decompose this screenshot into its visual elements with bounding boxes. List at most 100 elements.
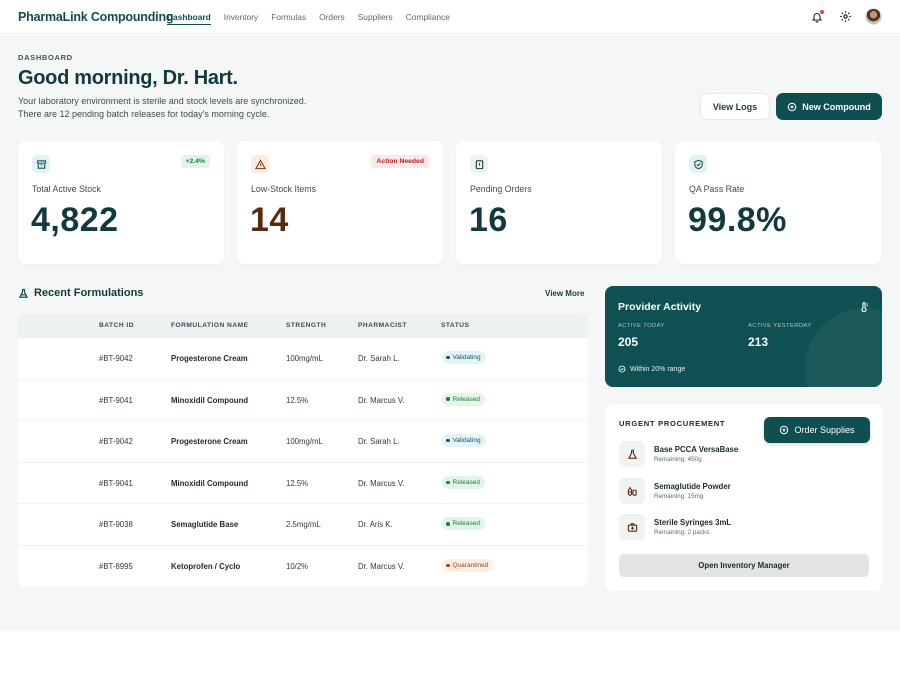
status-label: Quarantined <box>452 561 489 569</box>
pharmacist-cell: Dr. Marcus V. <box>358 478 405 488</box>
status-label: Validating <box>452 354 481 361</box>
subtitle-line-1: Your laboratory environment is sterile a… <box>18 96 307 106</box>
nav-dashboard[interactable]: Dashboard <box>167 0 211 34</box>
open-inventory-manager-button[interactable]: Open Inventory Manager <box>619 554 869 577</box>
trend-badge: +2.4% <box>180 155 210 168</box>
procurement-item[interactable]: Sterile Syringes 3mL Remaining: 2 packs <box>619 514 859 540</box>
table-row[interactable]: #BT-9042 Progesterone Cream 100mg/mL Dr. Sa… <box>18 421 588 463</box>
status-badge-released: Released <box>442 475 485 489</box>
procurement-item[interactable]: Semaglutide Powder Remaining: 15mg <box>619 478 859 504</box>
status-label: Validating <box>452 437 481 445</box>
notification-dot <box>820 9 824 14</box>
range-note-text: Within 20% range <box>630 365 686 373</box>
item-name: Semaglutide Powder <box>654 482 731 491</box>
status-badge-released: Released <box>442 517 485 531</box>
flask-icon <box>619 441 645 467</box>
stat-value: 16 <box>469 201 508 239</box>
archive-icon <box>32 155 50 173</box>
table-row[interactable]: #BT-9042 Progesterone Cream 100mg/mL Dr. Sa… <box>18 338 588 380</box>
strength-cell: 10/2% <box>286 561 309 571</box>
pharmacist-cell: Dr. Marcus V. <box>358 561 405 571</box>
new-compound-button[interactable]: New Compound <box>776 93 882 120</box>
user-avatar[interactable] <box>865 8 882 25</box>
dashboard-page: DASHBOARD Good morning, Dr. Hart. Your l… <box>0 35 900 631</box>
batch-id-cell: #BT-9041 <box>99 478 133 488</box>
order-supplies-label: Order Supplies <box>794 425 855 435</box>
page-title: Good morning, Dr. Hart. <box>18 67 238 89</box>
formulation-name-cell: Minoxidil Compound <box>171 478 249 488</box>
column-header[interactable]: STATUS <box>441 322 469 329</box>
stat-card-qa-pass-rate[interactable]: QA Pass Rate 99.8% <box>675 141 881 264</box>
batch-id-cell: #BT-9042 <box>99 437 133 447</box>
pharmacist-cell: Dr. Marcus V. <box>358 395 405 405</box>
warning-icon <box>251 155 269 173</box>
stat-card-total-active-stock[interactable]: +2.4% Total Active Stock 4,822 <box>18 141 224 264</box>
nav-suppliers[interactable]: Suppliers <box>358 0 393 34</box>
shield-check-icon <box>689 155 707 173</box>
status-badge-validating: Validating <box>442 434 486 448</box>
stat-value: 14 <box>250 201 289 239</box>
strength-cell: 100mg/mL <box>286 437 323 447</box>
action-needed-badge: Action Needed <box>371 155 429 168</box>
status-dot <box>446 397 450 401</box>
batch-id-cell: #BT-8995 <box>99 561 133 571</box>
pending-clipboard-icon <box>470 155 488 173</box>
range-note: Within 20% range <box>618 365 685 373</box>
stat-card-pending-orders[interactable]: Pending Orders 16 <box>456 141 662 264</box>
thermometer-icon[interactable] <box>858 300 870 318</box>
stat-label: QA Pass Rate <box>689 184 745 194</box>
table-row[interactable]: #BT-9041 Minoxidil Compound 12.5% Dr. Marcu… <box>18 380 588 422</box>
recent-formulations-heading: Recent Formulations <box>18 287 143 299</box>
check-circle-icon <box>618 365 626 373</box>
status-dot <box>446 355 450 360</box>
pharmacist-cell: Dr. Sarah L. <box>358 437 400 447</box>
stat-value: 4,822 <box>31 201 119 239</box>
order-supplies-button[interactable]: Order Supplies <box>764 417 870 443</box>
column-header[interactable]: FORMULATION NAME <box>171 322 248 329</box>
strength-cell: 12.5% <box>286 395 309 405</box>
batch-id-cell: #BT-9041 <box>99 395 133 405</box>
procurement-title: URGENT PROCUREMENT <box>619 419 726 428</box>
provider-title: Provider Activity <box>618 301 702 313</box>
table-row[interactable]: #BT-9038 Semaglutide Base 2.5mg/mL Dr. Aris… <box>18 504 588 546</box>
status-label: Released <box>452 395 480 403</box>
strength-cell: 100mg/mL <box>286 354 323 363</box>
page-eyebrow: DASHBOARD <box>18 53 73 62</box>
formulation-name-cell: Ketoprofen / Cyclo <box>171 561 241 571</box>
subtitle-line-2: There are 12 pending batch releases for … <box>18 109 270 119</box>
gear-icon[interactable] <box>837 9 853 25</box>
column-header[interactable]: PHARMACIST <box>358 322 407 329</box>
main-nav: Dashboard Inventory Formulas Orders Supp… <box>167 0 450 34</box>
column-header[interactable]: BATCH ID <box>99 322 134 329</box>
table-body: #BT-9042 Progesterone Cream 100mg/mL Dr. Sa… <box>18 338 588 587</box>
status-badge-quarantined: Quarantined <box>442 558 494 572</box>
nav-inventory[interactable]: Inventory <box>224 0 258 34</box>
notification-bell-icon[interactable] <box>809 9 825 25</box>
status-dot <box>446 563 450 568</box>
stat-label: Total Active Stock <box>32 184 101 194</box>
urgent-procurement-card: URGENT PROCUREMENT Order Supplies Base P… <box>605 404 882 591</box>
active-yesterday-value: 213 <box>748 335 769 349</box>
stat-card-low-stock[interactable]: Action Needed Low-Stock Items 14 <box>237 141 443 264</box>
brand-logo[interactable]: PharmaLink Compounding <box>18 10 174 24</box>
medical-kit-icon <box>619 514 645 540</box>
view-logs-button[interactable]: View Logs <box>700 93 770 120</box>
status-label: Released <box>452 478 480 486</box>
page-subtitle: Your laboratory environment is sterile a… <box>18 95 306 121</box>
section-title-label: Recent Formulations <box>34 287 144 299</box>
nav-compliance[interactable]: Compliance <box>406 0 450 34</box>
column-header[interactable]: STRENGTH <box>286 322 326 329</box>
item-name: Base PCCA VersaBase <box>654 445 739 454</box>
nav-orders[interactable]: Orders <box>319 0 345 34</box>
view-more-link[interactable]: View More <box>545 289 584 298</box>
procurement-item[interactable]: Base PCCA VersaBase Remaining: 450g <box>619 441 859 467</box>
table-row[interactable]: #BT-8995 Ketoprofen / Cyclo 10/2% Dr. Marcu… <box>18 546 588 587</box>
strength-cell: 12.5% <box>286 478 309 488</box>
top-actions <box>809 8 882 25</box>
status-dot <box>446 522 450 526</box>
table-row[interactable]: #BT-9041 Minoxidil Compound 12.5% Dr. Marcu… <box>18 463 588 505</box>
decorative-circle <box>805 308 882 387</box>
batch-id-cell: #BT-9038 <box>99 520 133 530</box>
plus-circle-icon <box>780 425 789 435</box>
nav-formulas[interactable]: Formulas <box>271 0 306 34</box>
